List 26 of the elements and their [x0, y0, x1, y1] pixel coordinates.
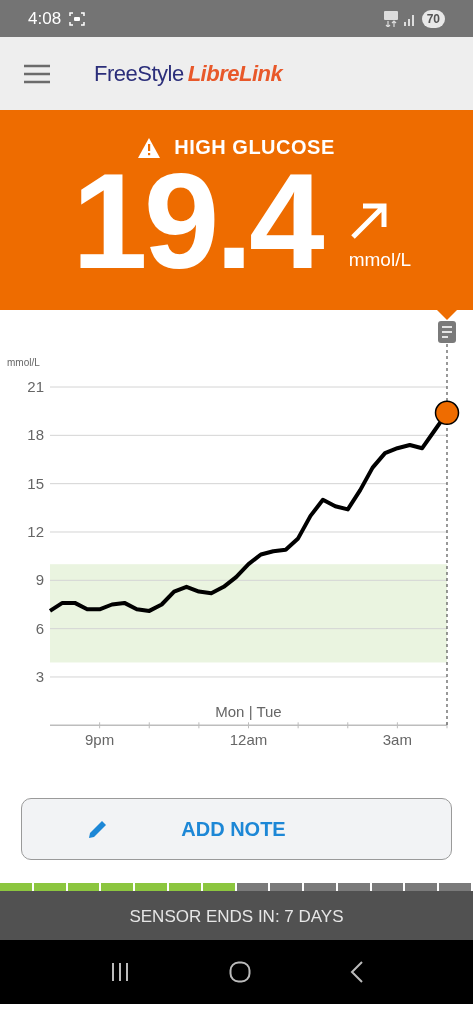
- home-icon[interactable]: [228, 961, 251, 983]
- x-axis-label: 9pm: [85, 731, 115, 749]
- y-axis-label: 3: [35, 668, 44, 685]
- glucose-unit: mmol/L: [348, 249, 411, 271]
- current-reading-marker: [434, 400, 460, 426]
- screenshot-icon: [69, 10, 86, 27]
- add-note-button[interactable]: ADD NOTE: [21, 798, 452, 860]
- y-axis-label: 12: [27, 523, 44, 540]
- app-logo: FreeStyle LibreLink: [94, 60, 283, 87]
- day-divider-label: Mon | Tue: [215, 703, 282, 721]
- note-icon[interactable]: [438, 321, 456, 343]
- menu-icon[interactable]: [24, 63, 50, 84]
- warning-icon: [138, 137, 161, 158]
- y-axis-unit: mmol/L: [7, 357, 40, 368]
- x-axis-label: 12am: [229, 731, 268, 749]
- clock: 4:08: [28, 8, 62, 29]
- y-axis-label: 9: [35, 571, 44, 589]
- y-axis-label: 21: [27, 378, 44, 395]
- back-icon[interactable]: [349, 961, 364, 983]
- sensor-status-text: SENSOR ENDS IN: 7 DAYS: [128, 907, 345, 927]
- recent-apps-icon[interactable]: [109, 962, 130, 982]
- y-axis-label: 6: [35, 619, 44, 637]
- x-axis-label: 3am: [382, 731, 412, 749]
- battery-level: 70: [421, 9, 445, 28]
- y-axis-label: 18: [27, 426, 44, 444]
- y-axis-label: 15: [27, 474, 44, 492]
